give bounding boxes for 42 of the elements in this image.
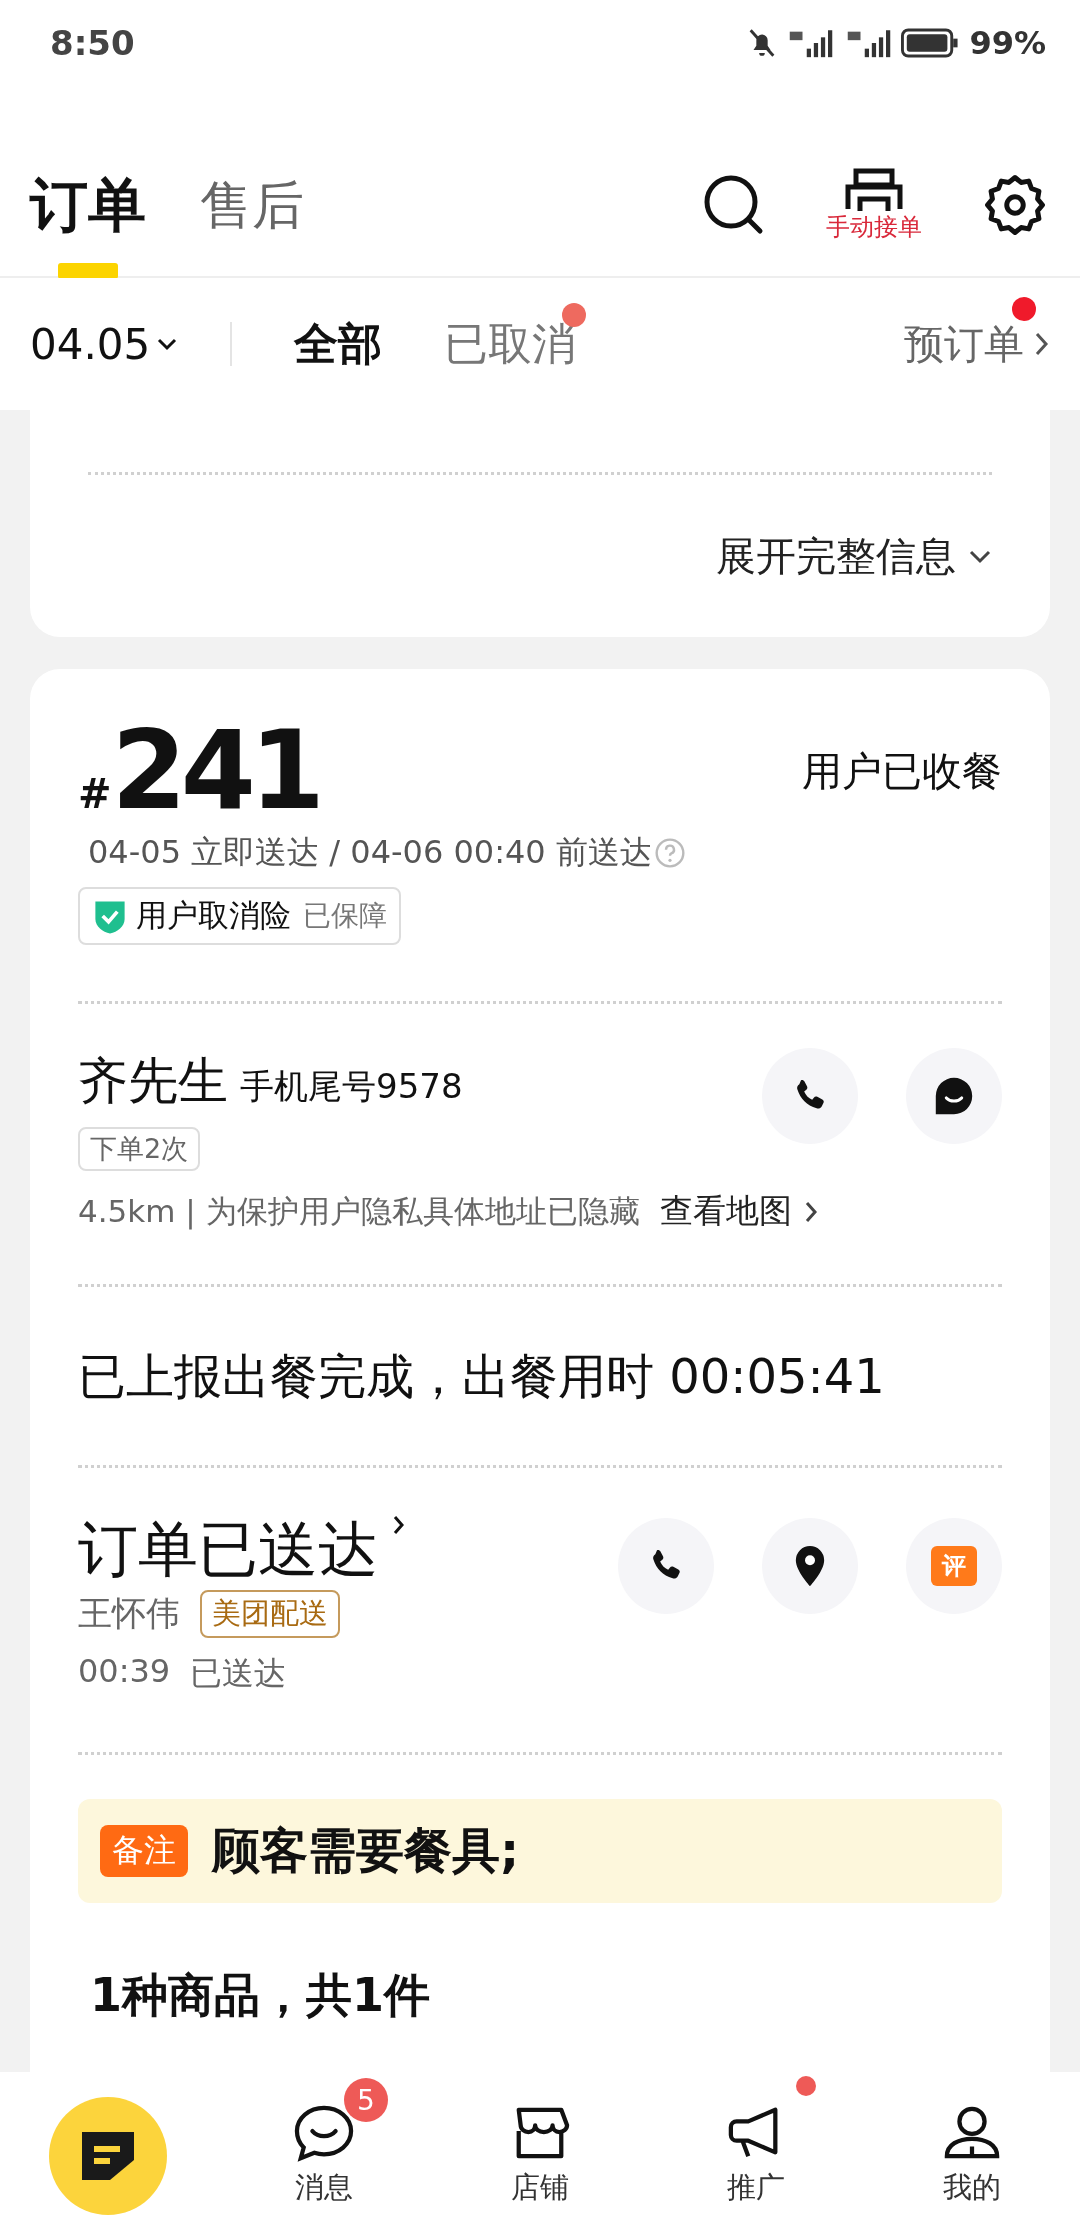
meal-report: 已上报出餐完成，出餐用时 00:05:41 bbox=[78, 1347, 886, 1406]
status-time: 8:50 bbox=[50, 22, 135, 63]
nav-tab[interactable]: 店铺 bbox=[509, 2104, 571, 2208]
chat-icon bbox=[293, 2104, 355, 2162]
chevron-right-icon bbox=[803, 1199, 818, 1224]
note-label: 备注 bbox=[100, 1825, 188, 1877]
chevron-right-icon bbox=[1034, 331, 1050, 357]
nav-tab[interactable]: 我的 bbox=[941, 2104, 1003, 2208]
order-hash: # bbox=[78, 771, 112, 817]
order-status: 用户已收餐 bbox=[802, 746, 1002, 796]
phone-suffix: 手机尾号9578 bbox=[240, 1065, 463, 1108]
header-tab[interactable]: 订单 bbox=[30, 167, 146, 243]
note-text: 顾客需要餐具; bbox=[212, 1821, 520, 1880]
delivered-time: 00:39 bbox=[78, 1652, 171, 1692]
nav-tab[interactable]: 推广 bbox=[725, 2104, 787, 2208]
filter-tab[interactable]: 已取消 bbox=[444, 314, 577, 374]
filter-tab[interactable]: 全部 bbox=[294, 314, 383, 374]
chevron-down-icon bbox=[968, 548, 992, 565]
insurance-state: 已保障 bbox=[303, 898, 387, 934]
insurance-name: 用户取消险 bbox=[136, 896, 291, 935]
battery-level: 99% bbox=[969, 23, 1046, 62]
items-summary: 1种商品，共1件 bbox=[89, 1967, 431, 2024]
header-tab[interactable]: 售后 bbox=[200, 167, 304, 243]
delivery-service-tag: 美团配送 bbox=[200, 1590, 340, 1638]
delivery-status-link[interactable]: 订单已送达 bbox=[78, 1514, 406, 1584]
battery-icon bbox=[901, 27, 960, 58]
tab-underline bbox=[58, 263, 118, 279]
order-count-tag: 下单2次 bbox=[78, 1127, 201, 1171]
chevron-down-icon bbox=[156, 337, 179, 351]
order-number: 241 bbox=[111, 715, 319, 827]
settings-icon[interactable] bbox=[982, 172, 1048, 238]
view-map-link[interactable]: 查看地图 bbox=[659, 1189, 818, 1234]
preorder-link[interactable]: 预订单 bbox=[904, 316, 1050, 372]
address-note: 4.5km | 为保护用户隐私具体地址已隐藏 bbox=[78, 1191, 640, 1232]
delivery-time: 04-05 立即送达 / 04-06 00:40 前送达 bbox=[87, 832, 652, 873]
date-picker[interactable]: 04.05 bbox=[30, 319, 179, 369]
courier-name: 王怀伟 bbox=[78, 1592, 180, 1635]
manual-accept-button[interactable]: 手动接单 bbox=[826, 167, 922, 243]
delivered-status: 已送达 bbox=[190, 1653, 287, 1694]
unread-badge: 5 bbox=[344, 2078, 388, 2122]
expand-info-button[interactable]: 展开完整信息 bbox=[716, 529, 992, 584]
customer-name: 齐先生 bbox=[78, 1051, 228, 1112]
